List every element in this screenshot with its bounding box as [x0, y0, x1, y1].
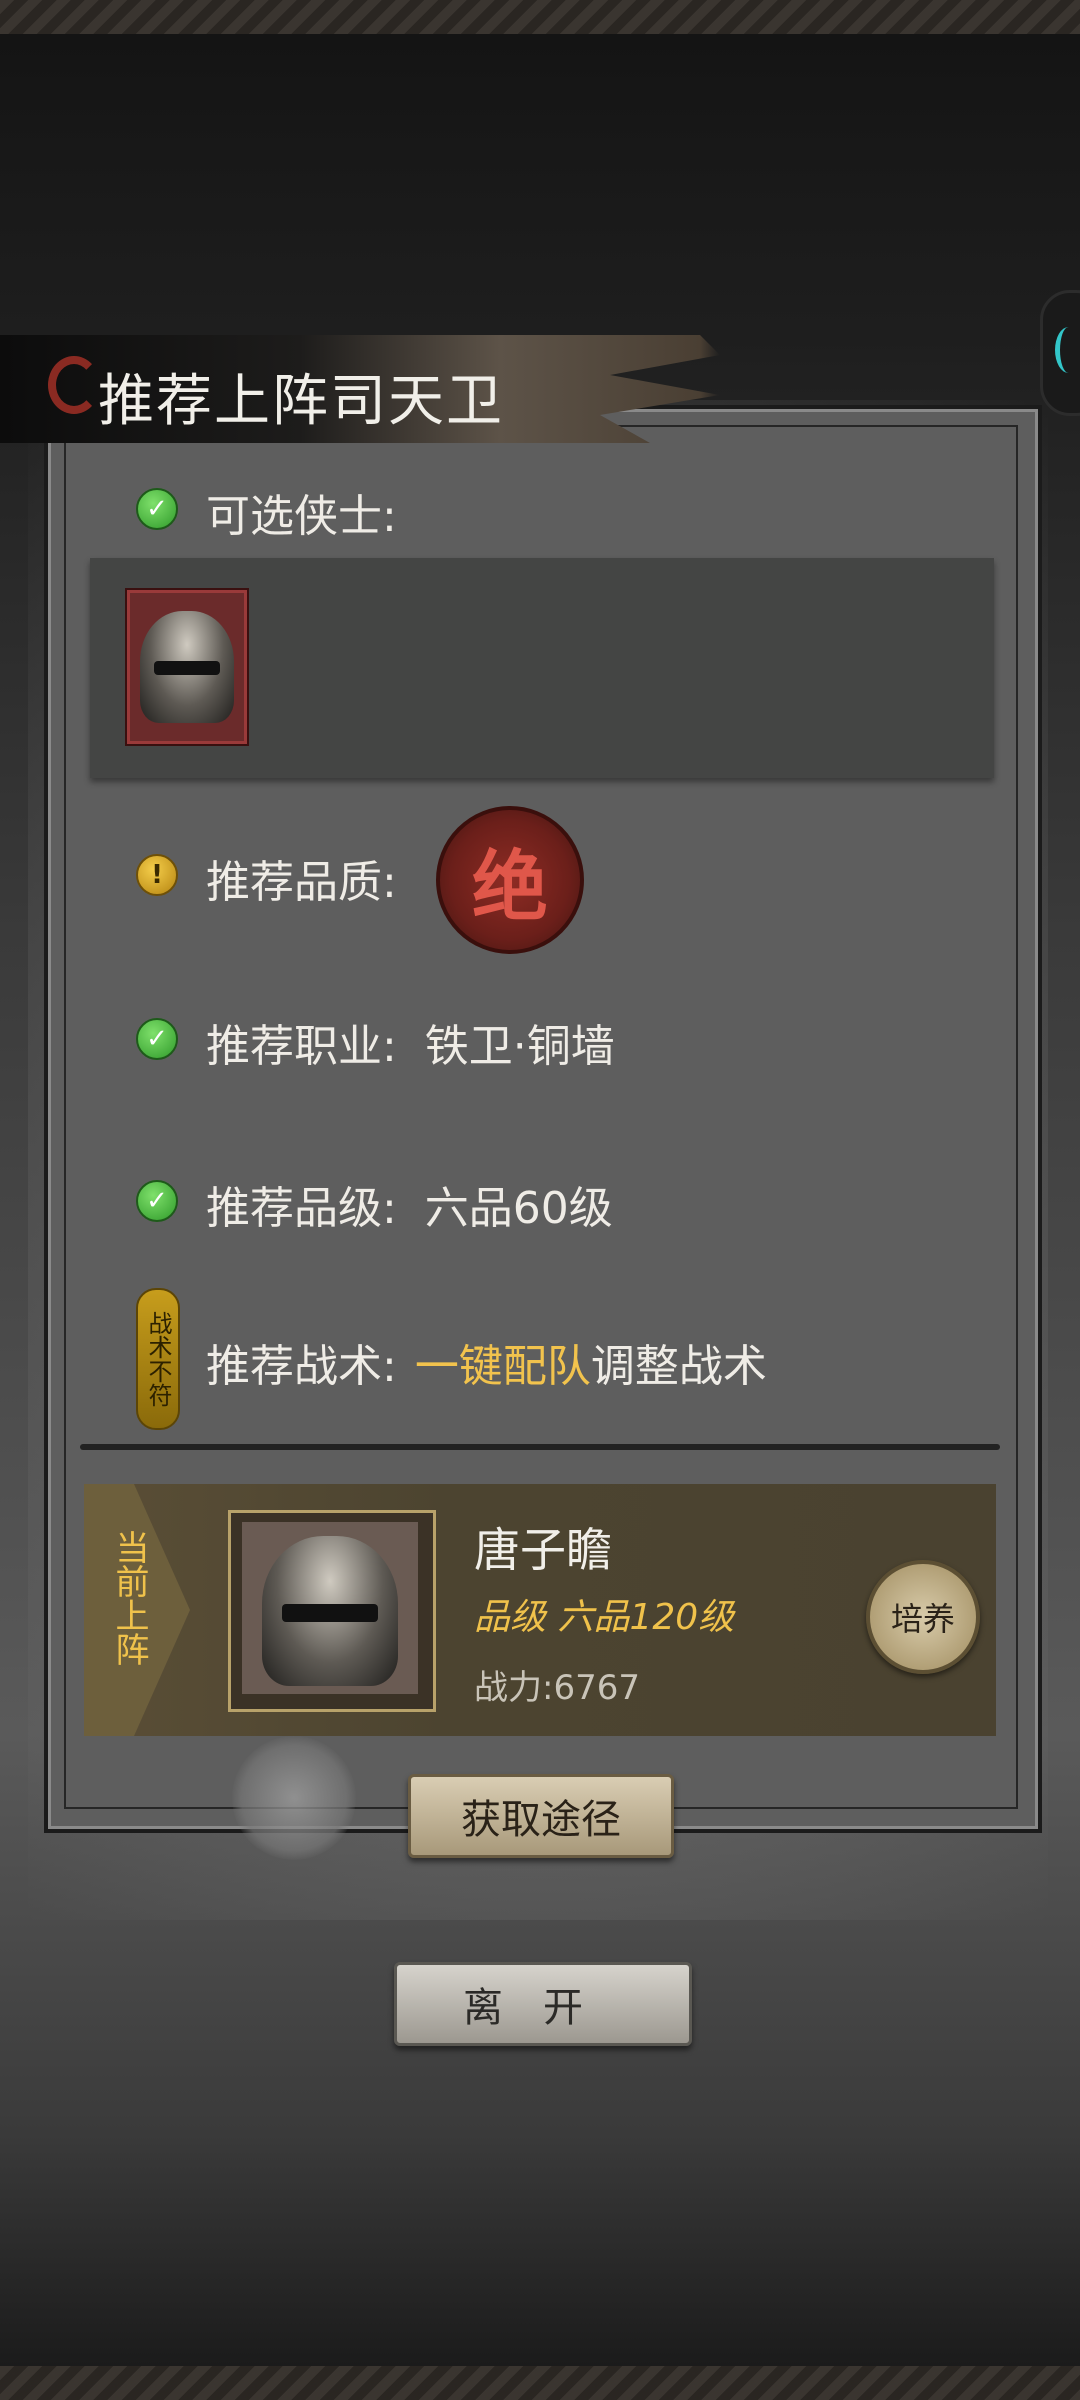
quality-seal-icon: 绝 [436, 806, 584, 954]
adjust-tactics-text: 调整战术 [590, 1341, 767, 1392]
check-icon: ✓ [136, 1180, 178, 1222]
train-button[interactable]: 培养 [866, 1560, 980, 1674]
one-click-team-link[interactable]: 一键配队 [415, 1341, 591, 1392]
ink-blot-decoration [232, 1736, 356, 1860]
top-decor-band [0, 0, 1080, 34]
tactics-mismatch-badge: 战术不符 [136, 1288, 180, 1430]
tactics-label: 推荐战术: [206, 1341, 397, 1392]
quality-label: 推荐品质: [206, 857, 397, 908]
leave-button[interactable]: 离开 [394, 1962, 692, 2046]
current-hero-grade: 品级 六品120级 [474, 1597, 735, 1638]
tactics-row: 推荐战术: 一键配队调整战术 [206, 1330, 767, 1394]
helmet-portrait-icon [262, 1536, 398, 1686]
quality-seal-text: 绝 [472, 842, 548, 931]
side-toggle-icon[interactable] [1040, 290, 1080, 416]
profession-text: 推荐职业: 铁卫·铜墙 [206, 1021, 615, 1072]
current-hero-power: 战力:6767 [474, 1668, 640, 1708]
acquire-source-button[interactable]: 获取途径 [408, 1774, 674, 1858]
check-icon: ✓ [136, 1018, 178, 1060]
bottom-decor-band [0, 2366, 1080, 2400]
section-divider [80, 1444, 1000, 1450]
ink-circle-logo-icon [48, 356, 100, 414]
rank-text: 推荐品级: 六品60级 [206, 1183, 613, 1234]
eligible-hero-card[interactable] [127, 590, 247, 744]
helmet-portrait-icon [140, 611, 234, 723]
warning-icon: ! [136, 854, 178, 896]
current-hero-name: 唐子瞻 [474, 1523, 612, 1577]
dialog-title: 推荐上阵司天卫 [98, 369, 504, 434]
check-icon: ✓ [136, 488, 178, 530]
current-hero-portrait[interactable] [242, 1522, 418, 1694]
eligible-heroes-label: 可选侠士: [206, 491, 397, 542]
current-lineup-tag-text: 当前上阵 [109, 1530, 149, 1666]
